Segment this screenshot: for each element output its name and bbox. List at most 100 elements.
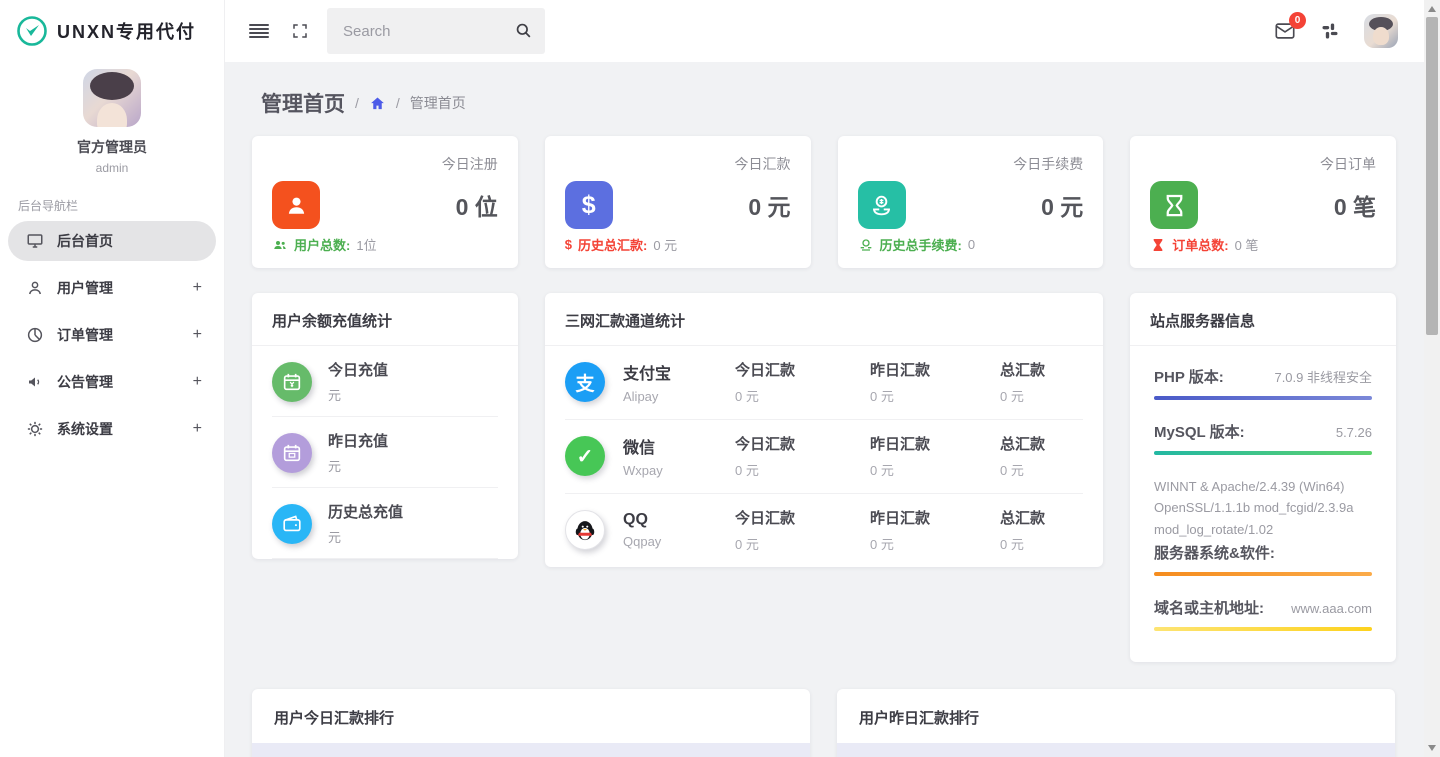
stat-label: 今日手续费 xyxy=(1013,154,1083,174)
scrollbar-thumb[interactable] xyxy=(1426,17,1438,335)
page-title: 管理首页 xyxy=(261,88,345,118)
hourglass-small-icon xyxy=(1150,237,1166,253)
channel-col-value: 0 元 xyxy=(735,460,870,479)
server-info-card: 站点服务器信息 PHP 版本: 7.0.9 非线程安全 MySQL 版本: 5.… xyxy=(1130,293,1396,662)
channel-col-value: 0 元 xyxy=(870,534,1000,553)
channel-col-label: 今日汇款 xyxy=(735,507,870,528)
sidebar-item-orders[interactable]: 订单管理 + xyxy=(8,315,216,355)
stat-card-orders: 今日订单 0 笔 订单总数: 0 笔 xyxy=(1130,136,1396,268)
wechat-icon: ✓ xyxy=(565,436,605,476)
gear-icon xyxy=(26,420,44,438)
sidebar-item-dashboard[interactable]: 后台首页 xyxy=(8,221,216,261)
stat-bottom-value: 0 笔 xyxy=(1235,235,1259,254)
sidebar-item-label: 用户管理 xyxy=(57,278,113,298)
channel-col-label: 总汇款 xyxy=(1000,433,1083,454)
plus-icon[interactable]: + xyxy=(193,279,202,297)
channel-sub: Qqpay xyxy=(623,534,735,549)
stat-card-remit: 今日汇款 $ 0 元 $ 历史总汇款: 0 元 xyxy=(545,136,811,268)
table-header-row: 用户头像 用户ID 用户排名 今日汇款 详细记录 xyxy=(252,743,810,757)
apps-grid-icon[interactable] xyxy=(1320,21,1340,41)
server-software-label: 服务器系统&软件: xyxy=(1154,542,1275,563)
server-software-line: mod_log_rotate/1.02 xyxy=(1154,519,1372,540)
server-mysql-row: MySQL 版本: 5.7.26 xyxy=(1154,421,1372,455)
server-software-line: OpenSSL/1.1.1b mod_fcgid/2.3.9a xyxy=(1154,497,1372,518)
channel-col-value: 0 元 xyxy=(870,460,1000,479)
fullscreen-icon[interactable] xyxy=(291,22,309,40)
user-avatar[interactable] xyxy=(1364,14,1398,48)
channel-row-wechat: ✓ 微信 Wxpay 今日汇款 0 元 昨日汇款 0 元 总汇款 0 元 xyxy=(565,420,1083,494)
stat-bottom-value: 0 元 xyxy=(653,235,677,254)
scrollbar[interactable] xyxy=(1424,0,1440,757)
mail-button[interactable]: 0 xyxy=(1274,20,1296,42)
stat-value: 0 位 xyxy=(456,188,498,222)
scroll-down-icon[interactable] xyxy=(1428,745,1436,751)
coin-small-icon xyxy=(858,237,874,253)
sidebar-item-label: 公告管理 xyxy=(57,372,113,392)
breadcrumb-separator: / xyxy=(355,95,359,111)
home-icon[interactable] xyxy=(369,95,386,112)
channel-sub: Wxpay xyxy=(623,463,735,478)
sidebar-nav: 后台首页 用户管理 + 订单管理 + 公告管理 + xyxy=(0,221,224,449)
menu-toggle-icon[interactable] xyxy=(249,24,269,38)
channel-col-value: 0 元 xyxy=(1000,386,1083,405)
wallet-icon xyxy=(272,504,312,544)
plus-icon[interactable]: + xyxy=(193,373,202,391)
search-icon[interactable] xyxy=(514,21,533,40)
list-item: 昨日充值 元 xyxy=(272,417,498,488)
stat-bottom-value: 0 xyxy=(968,237,975,252)
calendar-yen-icon xyxy=(272,362,312,402)
sidebar-item-users[interactable]: 用户管理 + xyxy=(8,268,216,308)
php-version-value: 7.0.9 非线程安全 xyxy=(1274,367,1372,386)
topbar: 0 xyxy=(225,0,1424,62)
channel-sub: Alipay xyxy=(623,389,735,404)
pie-icon xyxy=(26,326,44,344)
today-ranking-card: 用户今日汇款排行 用户头像 用户ID 用户排名 今日汇款 详细记录 xyxy=(252,689,810,757)
stat-card-fees: 今日手续费 0 元 历史总手续费: 0 xyxy=(838,136,1104,268)
sidebar-item-label: 订单管理 xyxy=(57,325,113,345)
person-icon xyxy=(272,181,320,229)
yesterday-ranking-card: 用户昨日汇款排行 用户头像 用户ID 用户排名 昨日汇款 详细记录 xyxy=(837,689,1395,757)
breadcrumb-current: 管理首页 xyxy=(410,93,466,113)
channel-row-qq: QQ Qqpay 今日汇款 0 元 昨日汇款 0 元 总汇款 0 元 xyxy=(565,494,1083,567)
stat-value: 0 元 xyxy=(748,188,790,222)
plus-icon[interactable]: + xyxy=(193,420,202,438)
user-icon xyxy=(26,279,44,297)
channel-col-value: 0 元 xyxy=(1000,534,1083,553)
domain-progress-bar xyxy=(1154,627,1372,631)
channel-col-label: 今日汇款 xyxy=(735,433,870,454)
mysql-version-value: 5.7.26 xyxy=(1336,425,1372,440)
sidebar-avatar[interactable] xyxy=(83,69,141,127)
channel-name: QQ xyxy=(623,511,735,529)
table-header-row: 用户头像 用户ID 用户排名 昨日汇款 详细记录 xyxy=(837,743,1395,757)
domain-value: www.aaa.com xyxy=(1291,601,1372,616)
recharge-card-title: 用户余额充值统计 xyxy=(272,313,392,330)
channels-card-title: 三网汇款通道统计 xyxy=(565,313,685,330)
channel-name: 微信 xyxy=(623,434,735,458)
sidebar-item-settings[interactable]: 系统设置 + xyxy=(8,409,216,449)
recharge-row-label: 昨日充值 xyxy=(328,430,388,451)
logo[interactable]: UNXN专用代付 xyxy=(0,0,224,57)
recharge-row-value: 元 xyxy=(328,456,388,475)
brand-title: UNXN专用代付 xyxy=(57,18,196,44)
ranking-card-title: 用户昨日汇款排行 xyxy=(859,710,979,727)
sidebar-item-announcements[interactable]: 公告管理 + xyxy=(8,362,216,402)
channel-col-label: 昨日汇款 xyxy=(870,507,1000,528)
search-input[interactable] xyxy=(327,8,545,54)
stat-cards-row: 今日注册 0 位 用户总数: 1位 今日汇款 $ 0 元 $ xyxy=(252,136,1396,268)
stat-bottom-label: 历史总汇款: xyxy=(578,235,647,254)
stat-value: 0 元 xyxy=(1041,188,1083,222)
channel-col-value: 0 元 xyxy=(735,386,870,405)
channel-col-value: 0 元 xyxy=(870,386,1000,405)
scroll-up-icon[interactable] xyxy=(1428,6,1436,12)
server-card-title: 站点服务器信息 xyxy=(1150,313,1255,330)
channel-col-label: 今日汇款 xyxy=(735,359,870,380)
dollar-icon: $ xyxy=(565,181,613,229)
breadcrumb: 管理首页 / / 管理首页 xyxy=(261,88,1396,118)
php-version-label: PHP 版本: xyxy=(1154,366,1224,387)
brand-icon xyxy=(16,15,48,47)
stat-label: 今日订单 xyxy=(1320,154,1376,174)
speaker-icon xyxy=(26,373,44,391)
stat-card-register: 今日注册 0 位 用户总数: 1位 xyxy=(252,136,518,268)
php-progress-bar xyxy=(1154,396,1372,400)
plus-icon[interactable]: + xyxy=(193,326,202,344)
